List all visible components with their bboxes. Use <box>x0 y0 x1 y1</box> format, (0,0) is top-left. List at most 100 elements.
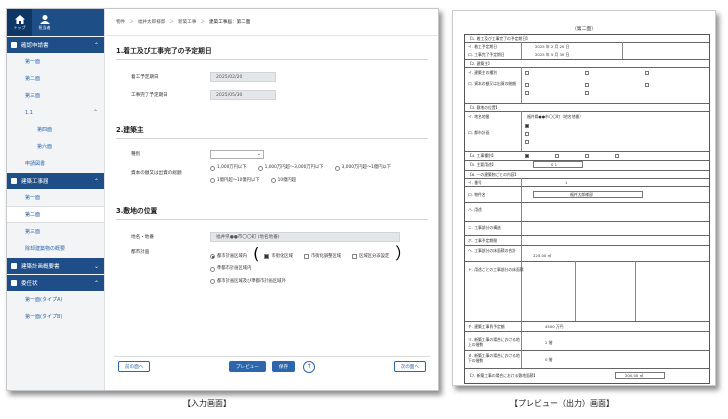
sidebar-item-app-1-1[interactable]: 1.1 ⌃ <box>7 104 104 121</box>
form-value-use: 0 1 <box>551 162 558 167</box>
user-label: 担当者 <box>38 24 51 30</box>
form-checkbox <box>585 91 589 95</box>
form-label-owner: イ. 建築主の種別 <box>468 70 497 75</box>
breadcrumb-item[interactable]: 新築工事 <box>178 19 196 25</box>
radio-label: 10億円超 <box>277 177 297 183</box>
capital-option-2[interactable]: 1,000万円超〜3,000万円以下 <box>257 163 324 173</box>
form-vline <box>521 67 522 103</box>
sidebar-section-attorney[interactable]: 委任状 ⌃ <box>7 275 104 291</box>
address-field[interactable]: 福井県●●市〇〇町 (地名地番) <box>210 232 400 242</box>
capital-option-3[interactable]: 3,000万円超〜1億円以下 <box>334 163 391 173</box>
form-value-floor-total: 220.00 ㎡ <box>533 253 552 258</box>
section-square-icon <box>11 42 17 48</box>
save-button[interactable]: 保存 <box>271 361 296 372</box>
form-label-property: ロ. 物件名 <box>468 192 486 197</box>
sidebar-section-application[interactable]: 確認申請書 ⌃ <box>7 37 104 53</box>
form-line <box>465 235 709 236</box>
form-line <box>465 186 709 187</box>
home-icon <box>14 14 25 24</box>
section-title-1: 1.着工及び工事完了の予定期日 <box>116 47 212 55</box>
plan-control[interactable]: 市街化調整区域 <box>303 252 341 262</box>
form-value-number: 1 <box>565 180 568 185</box>
section-title-2: 2.建築主 <box>116 126 144 134</box>
form-label-floors-above: リ. 新築工事の場合における地上の階数 <box>468 337 520 347</box>
form-section-7: 【7. 新築工事の場合における敷地面積】 <box>468 373 538 378</box>
plan-unset[interactable]: 区域区分非設定 <box>352 252 389 262</box>
breadcrumb: 物件＞ 福井太郎様邸＞ 新築工事＞ 建築工事届：第二面 <box>106 9 438 36</box>
sidebar-item-att-b[interactable]: 第一面(タイプB) <box>7 308 104 325</box>
sidebar-item-att-a[interactable]: 第一面(タイプA) <box>7 291 104 308</box>
sidebar-item-con-3[interactable]: 第三面 <box>7 223 104 240</box>
radio-label: 1億円超〜10億円以下 <box>217 177 260 183</box>
section-label: 確認申請書 <box>21 43 49 49</box>
form-checkbox <box>525 132 529 136</box>
form-checkbox <box>615 154 619 158</box>
radio-label: 1,000万円以下 <box>217 165 247 170</box>
form-checkbox <box>645 83 649 87</box>
owner-type-select[interactable]: ⌄ <box>210 149 264 159</box>
sidebar-item-app-4[interactable]: 第四面 <box>7 121 104 138</box>
user-button[interactable]: 担当者 <box>32 9 57 36</box>
form-line <box>465 170 709 171</box>
breadcrumb-item[interactable]: 福井太郎様邸 <box>138 19 166 25</box>
form-line <box>465 331 709 332</box>
sidebar-section-plan-summary[interactable]: 建築計画概要書 ⌄ <box>7 258 104 274</box>
end-date-field[interactable]: 2025/05/30 <box>210 90 276 100</box>
breadcrumb-item[interactable]: 物件 <box>116 19 125 25</box>
sidebar-item-app-3[interactable]: 第三面 <box>7 87 104 104</box>
plan-option-in-area[interactable]: 都市計画区域内 <box>210 252 247 262</box>
radio-icon <box>257 165 263 171</box>
input-screen-window: トップ 担当者 確認申請書 ⌃ 第一面 第二面 第三面 1.1 ⌃ 第四面 第六面 … <box>6 8 439 391</box>
form-value-cost: 4500 万円 <box>545 324 564 329</box>
radio-label: 1,000万円超〜3,000万円以下 <box>264 165 324 170</box>
plan-option-outside[interactable]: 都市計画区域及び準都市計画区域外 <box>210 277 286 287</box>
sidebar-item-app-1[interactable]: 第一面 <box>7 53 104 70</box>
form-label-plan: ロ. 都市計画 <box>468 130 490 135</box>
plan-option-quasi[interactable]: 準都市計画区域内 <box>210 264 251 274</box>
sidebar-item-app-2[interactable]: 第二面 <box>7 70 104 87</box>
radio-icon <box>334 165 340 171</box>
form-checkbox <box>525 91 529 95</box>
form-line <box>465 111 709 112</box>
form-line <box>465 245 709 246</box>
breadcrumb-separator: ＞ <box>129 20 134 25</box>
sidebar-section-construction[interactable]: 建築工事届 ⌃ <box>7 173 104 189</box>
checkbox-checked-icon <box>264 254 270 259</box>
sidebar-item-app-6[interactable]: 第六面 <box>7 138 104 155</box>
form-line <box>465 261 709 262</box>
checkbox-label: 区域区分非設定 <box>359 253 390 259</box>
preview-button[interactable]: プレビュー <box>228 361 266 372</box>
form-label-floor-by-use: ト. 用途ごとの工事部分の床面積 <box>468 267 524 272</box>
prev-page-button[interactable]: 前の面へ <box>118 361 151 372</box>
sidebar-item-con-demolition[interactable]: 除却建築物の概要 <box>7 240 104 257</box>
form-value-floors-below: 0 階 <box>545 357 553 362</box>
sidebar-item-con-2[interactable]: 第二面 <box>7 206 104 223</box>
row-address: 地名・地番 福井県●●市〇〇町 (地名地番) <box>106 228 438 246</box>
home-button[interactable]: トップ <box>7 9 32 36</box>
form-vline <box>635 261 636 321</box>
form-vline <box>521 42 522 59</box>
capital-option-1[interactable]: 1,000万円以下 <box>210 163 247 173</box>
form-value-floors-above: 2 階 <box>545 340 553 345</box>
radio-icon <box>270 178 276 183</box>
form-line <box>465 321 709 322</box>
form-section-5: 【5. 主要用途】 <box>468 162 496 167</box>
start-date-field[interactable]: 2025/02/20 <box>210 72 276 82</box>
radio-label: 都市計画区域及び準都市計画区域外 <box>217 278 286 284</box>
sidebar: トップ 担当者 確認申請書 ⌃ 第一面 第二面 第三面 1.1 ⌃ 第四面 第六面 … <box>7 9 105 390</box>
capital-radio-group: 1,000万円以下 1,000万円超〜3,000万円以下 3,000万円超〜1億… <box>210 161 410 186</box>
plan-urbanization[interactable]: 市街化区域 <box>264 252 293 262</box>
capital-option-4[interactable]: 1億円超〜10億円以下 <box>210 176 260 186</box>
form-label-floor-total: ヘ. 工事部分の床面積の合計 <box>468 248 516 253</box>
sidebar-item-con-1[interactable]: 第一面 <box>7 189 104 206</box>
form-value-end: 2025 年 5 月 30 日 <box>535 52 570 57</box>
scroll-top-button[interactable]: ↑ <box>303 360 316 373</box>
next-page-button[interactable]: 次の面へ <box>393 361 426 372</box>
form-vline <box>521 178 522 368</box>
sidebar-item-app-docs[interactable]: 申請図書 <box>7 155 104 172</box>
form-line <box>465 151 709 152</box>
chevron-up-icon: ⌃ <box>93 41 99 49</box>
form-line <box>465 59 709 60</box>
form-checkbox <box>585 154 589 158</box>
capital-option-5[interactable]: 10億円超 <box>270 176 297 186</box>
